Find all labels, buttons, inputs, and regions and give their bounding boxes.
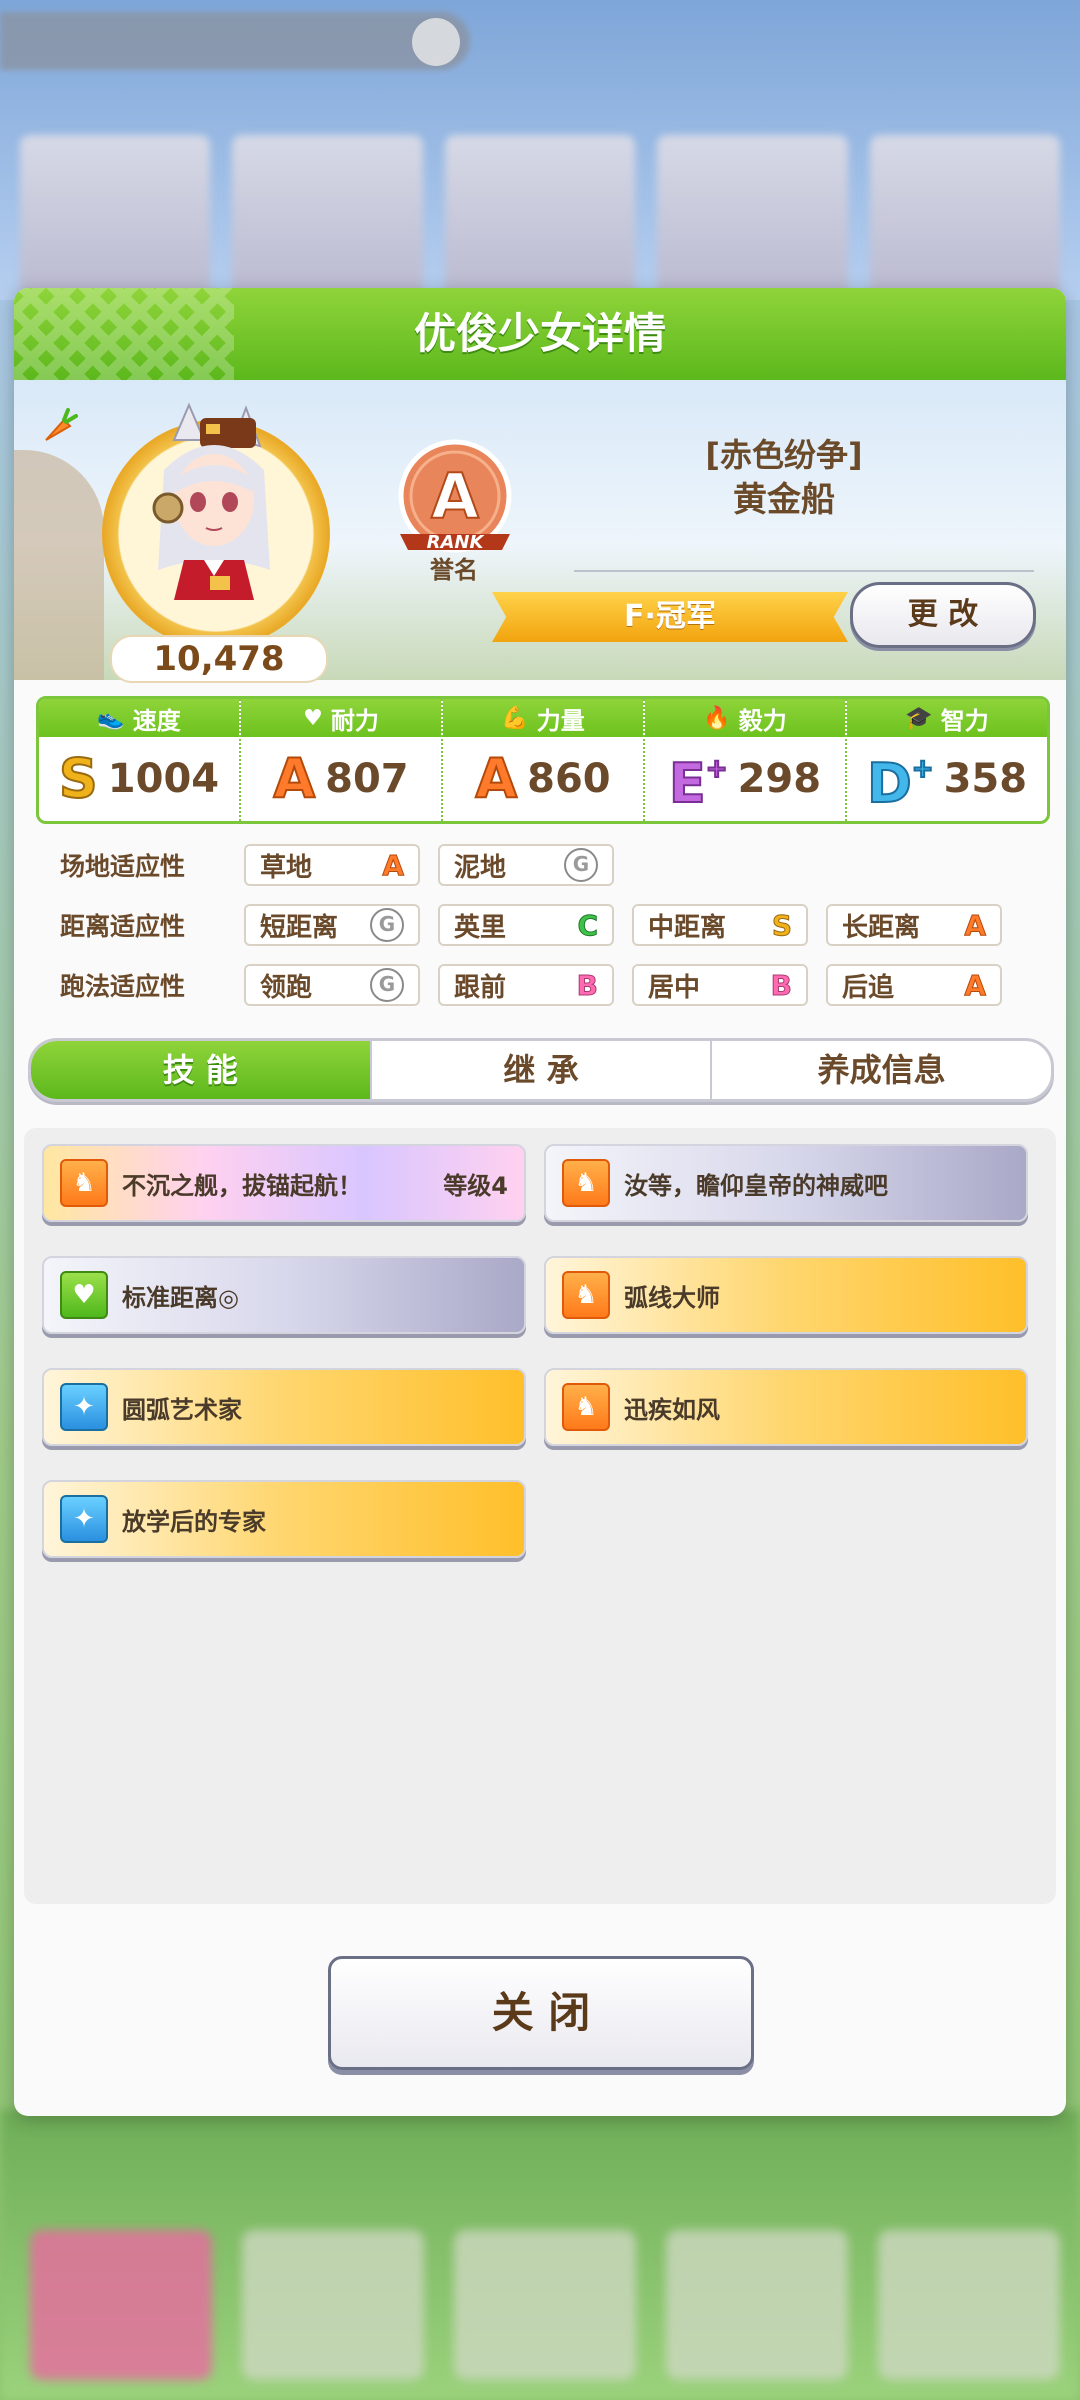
aptitude-betweener: 居中 B <box>632 964 808 1006</box>
stat-power: 💪 力量 A 860 <box>443 699 645 821</box>
skill-card[interactable]: ✦ 圆弧艺术家 <box>42 1368 526 1446</box>
skill-name: 放学后的专家 <box>122 1507 266 1536</box>
background-character-list <box>20 135 1061 305</box>
stat-value: 860 <box>527 756 611 802</box>
skill-name: 迅疾如风 <box>624 1395 720 1424</box>
lion-emblem-icon: ♞ <box>562 1271 610 1319</box>
skill-card[interactable]: ♞ 弧线大师 <box>544 1256 1028 1334</box>
aptitude-label: 跑法适应性 <box>60 972 186 1001</box>
aptitude-chaser: 后追 A <box>826 964 1002 1006</box>
carrot-icon <box>45 408 78 441</box>
background-bottom-nav <box>30 2230 1060 2380</box>
stats-panel: 👟 速度 S 1004 ♥ 耐力 A 807 💪 力量 A 860 🔥 毅力 E+ 298 🎓 智… <box>36 696 1050 824</box>
stat-grade: S <box>58 747 99 810</box>
skills-panel: ♞ 不沉之舰，拔锚起航！ 等级4 ♞ 汝等，瞻仰皇帝的神威吧 ♥ 标准距离◎ ♞… <box>24 1128 1056 1904</box>
skill-card[interactable]: ✦ 放学后的专家 <box>42 1480 526 1558</box>
skill-name: 汝等，瞻仰皇帝的神威吧 <box>624 1171 888 1200</box>
stat-label: 力量 <box>536 706 585 735</box>
stat-wit: 🎓 智力 D+ 358 <box>847 699 1047 821</box>
aptitude-medium: 中距离 S <box>632 904 808 946</box>
change-title-button[interactable]: 更 改 <box>850 582 1036 648</box>
aptitude-long: 长距离 A <box>826 904 1002 946</box>
close-button[interactable]: 关 闭 <box>328 1956 754 2070</box>
rank-badge: A RANK <box>398 439 512 553</box>
aptitude-track-row: 场地适应性 草地 A 泥地 G <box>60 841 1050 889</box>
rank-letter: A <box>431 460 479 533</box>
aptitude-label: 场地适应性 <box>60 852 186 881</box>
divider <box>574 570 1034 572</box>
detail-tabs: 技 能 继 承 养成信息 <box>28 1038 1054 1102</box>
background-banner <box>0 12 470 70</box>
skill-name: 弧线大师 <box>624 1283 720 1312</box>
stat-label: 智力 <box>940 706 989 735</box>
title-ribbon: F·冠军 <box>492 592 848 642</box>
aptitude-distance-row: 距离适应性 短距离 G 英里 C 中距离 S 长距离 A <box>60 901 1050 949</box>
sparkle-icon: ✦ <box>60 1495 108 1543</box>
tab-skills[interactable]: 技 能 <box>31 1041 372 1099</box>
character-epithet: [赤色纷争] <box>705 436 863 474</box>
stat-guts: 🔥 毅力 E+ 298 <box>645 699 847 821</box>
lion-emblem-icon: ♞ <box>562 1383 610 1431</box>
stat-speed: 👟 速度 S 1004 <box>39 699 241 821</box>
stat-value: 1004 <box>107 756 220 802</box>
lion-emblem-icon: ♞ <box>562 1159 610 1207</box>
modal-header: 优俊少女详情 <box>14 288 1066 380</box>
graduation-cap-icon: 🎓 <box>905 705 933 731</box>
aptitude-dirt: 泥地 G <box>438 844 614 886</box>
shoe-icon: 👟 <box>97 705 125 731</box>
muscle-icon: 💪 <box>501 705 529 731</box>
aptitude-turf: 草地 A <box>244 844 420 886</box>
stat-grade: A <box>474 747 518 810</box>
background-banner-icon <box>412 18 460 66</box>
stat-grade: A <box>272 747 316 810</box>
aptitude-label: 距离适应性 <box>60 912 186 941</box>
stat-label: 毅力 <box>738 706 787 735</box>
skill-name: 不沉之舰，拔锚起航！ <box>122 1171 362 1200</box>
flame-icon: 🔥 <box>703 705 731 731</box>
avatar[interactable] <box>134 400 294 630</box>
modal-title: 优俊少女详情 <box>413 309 666 358</box>
evaluation-score: 10,478 <box>110 635 328 683</box>
aptitude-leader: 跟前 B <box>438 964 614 1006</box>
aptitude-style-row: 跑法适应性 领跑 G 跟前 B 居中 B 后追 A <box>60 961 1050 1009</box>
character-detail-modal: 优俊少女详情 10,478 A RANK 誉名 [赤色纷争] 黄金船 F·冠军 … <box>14 288 1066 2116</box>
heart-icon: ♥ <box>303 705 323 731</box>
character-hero: 10,478 A RANK 誉名 [赤色纷争] 黄金船 F·冠军 更 改 <box>14 380 1066 683</box>
skill-card[interactable]: ♞ 不沉之舰，拔锚起航！ 等级4 <box>42 1144 526 1222</box>
stat-stamina: ♥ 耐力 A 807 <box>241 699 443 821</box>
skill-level: 等级4 <box>443 1171 508 1200</box>
aptitude-mile: 英里 C <box>438 904 614 946</box>
stat-value: 298 <box>737 756 822 802</box>
stat-grade: D+ <box>866 751 935 815</box>
aptitude-runner: 领跑 G <box>244 964 420 1006</box>
character-name: 黄金船 <box>733 480 835 520</box>
heart-icon: ♥ <box>60 1271 108 1319</box>
rank-label: 誉名 <box>430 556 478 584</box>
tab-training-info[interactable]: 养成信息 <box>712 1041 1051 1099</box>
lion-emblem-icon: ♞ <box>60 1159 108 1207</box>
skill-card[interactable]: ♥ 标准距离◎ <box>42 1256 526 1334</box>
stat-label: 速度 <box>132 706 181 735</box>
skill-name: 标准距离◎ <box>122 1283 239 1312</box>
stat-label: 耐力 <box>330 706 379 735</box>
stat-value: 807 <box>325 756 409 802</box>
tab-inheritance[interactable]: 继 承 <box>372 1041 713 1099</box>
stat-grade: E+ <box>668 751 729 815</box>
stat-value: 358 <box>943 756 1028 802</box>
aptitude-sprint: 短距离 G <box>244 904 420 946</box>
skill-card[interactable]: ♞ 汝等，瞻仰皇帝的神威吧 <box>544 1144 1028 1222</box>
skill-name: 圆弧艺术家 <box>122 1395 242 1424</box>
sparkle-icon: ✦ <box>60 1383 108 1431</box>
skill-card[interactable]: ♞ 迅疾如风 <box>544 1368 1028 1446</box>
